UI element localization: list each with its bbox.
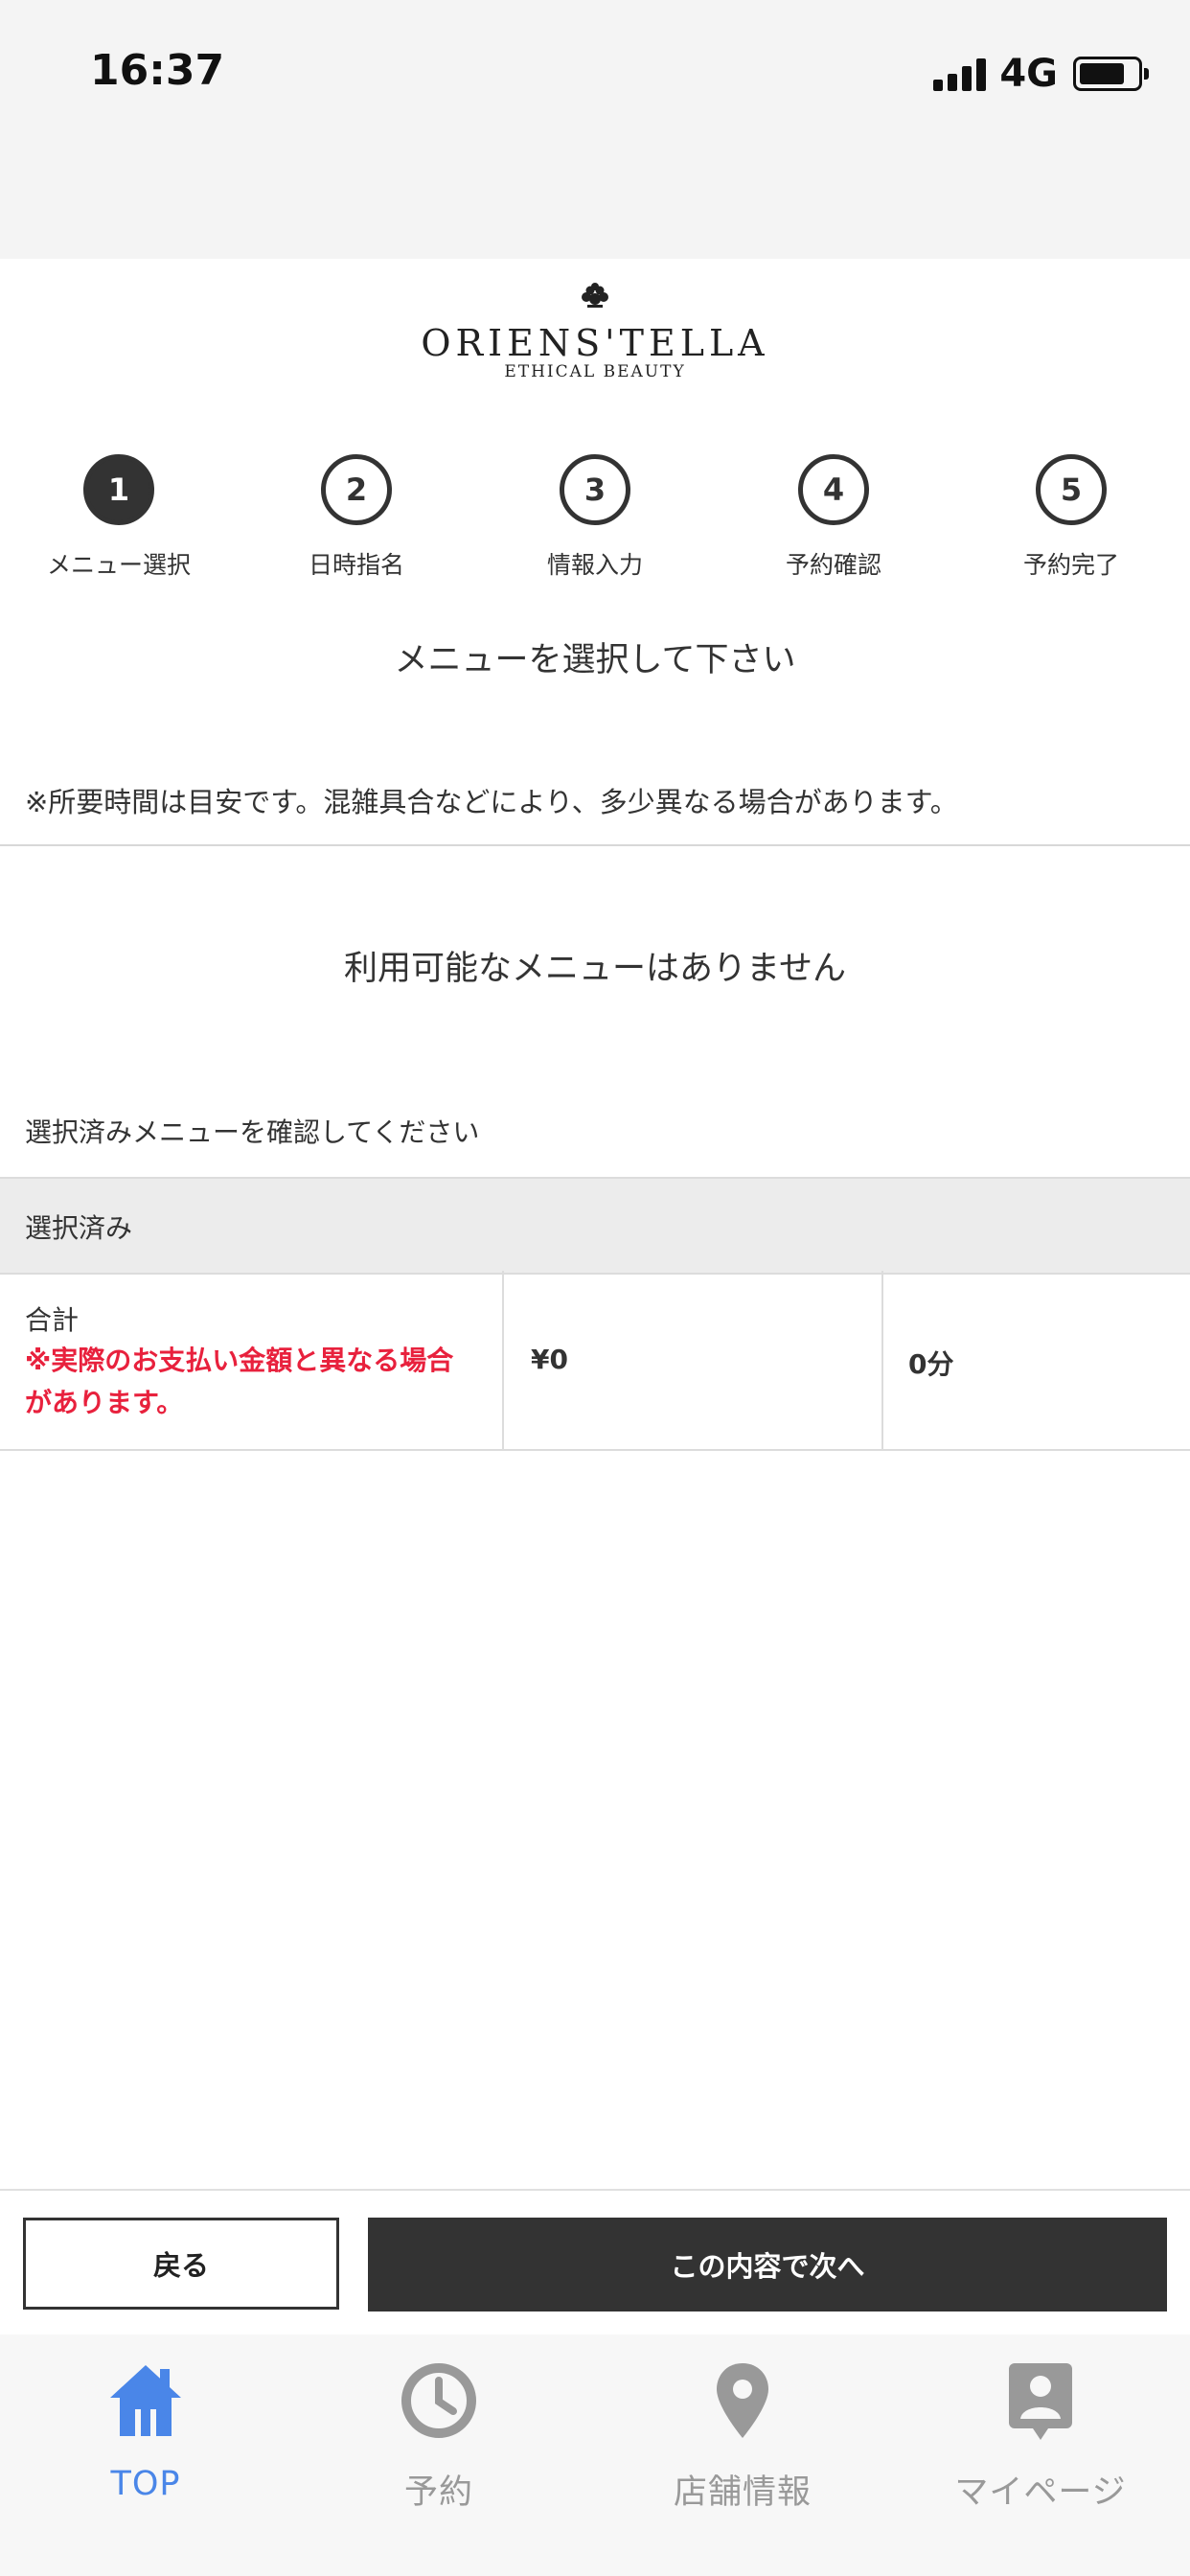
step-5: 5 予約完了	[975, 454, 1167, 581]
step-1: 1 メニュー選択	[23, 454, 215, 581]
action-bar: 戻る この内容で次へ	[0, 2189, 1190, 2336]
step-label: 日時指名	[308, 551, 404, 579]
tab-label: TOP	[110, 2465, 181, 2503]
step-number: 3	[560, 454, 630, 525]
tab-reservation[interactable]: 予約	[295, 2334, 583, 2526]
step-number: 1	[83, 454, 154, 525]
user-card-icon	[1009, 2363, 1072, 2440]
divider	[0, 844, 1190, 846]
tab-my-page[interactable]: マイページ	[897, 2334, 1184, 2526]
brand-logo: ORIENS'TELLA ETHICAL BEAUTY	[0, 278, 1190, 381]
battery-icon	[1073, 57, 1149, 91]
empty-menu-message: 利用可能なメニューはありません	[344, 950, 846, 988]
step-number: 4	[798, 454, 869, 525]
total-time-cell: 0分	[883, 1271, 1190, 1449]
tab-label: マイページ	[954, 2473, 1127, 2512]
back-button[interactable]: 戻る	[23, 2218, 339, 2310]
status-bar: 16:37 4G	[0, 0, 1190, 259]
step-label: 予約確認	[785, 551, 881, 579]
page-title: メニューを選択して下さい	[394, 641, 796, 679]
tab-store-info[interactable]: 店舗情報	[599, 2334, 886, 2526]
flower-emblem-icon	[582, 283, 608, 308]
status-time: 16:37	[90, 46, 225, 95]
step-label: 情報入力	[546, 551, 643, 579]
step-number: 2	[321, 454, 392, 525]
total-label-cell: 合計 ※実際のお支払い金額と異なる場合があります。	[0, 1271, 504, 1449]
tab-label: 予約	[403, 2473, 473, 2512]
total-price: ¥0	[531, 1344, 568, 1375]
battery-level	[1080, 63, 1124, 84]
next-button[interactable]: この内容で次へ	[368, 2218, 1167, 2312]
network-type: 4G	[999, 52, 1058, 96]
selected-header-label: 選択済み	[25, 1212, 133, 1244]
progress-steps: 1 メニュー選択 2 日時指名 3 情報入力 4 予約確認 5 予約完了	[0, 454, 1190, 588]
duration-notice: ※所要時間は目安です。混雑具合などにより、多少異なる場合があります。	[25, 786, 958, 818]
tab-label: 店舗情報	[673, 2473, 812, 2512]
map-pin-icon	[717, 2363, 768, 2438]
tab-bar: TOP 予約 店舗情報 マイページ	[0, 2334, 1190, 2576]
total-price-cell: ¥0	[504, 1271, 883, 1449]
step-label: メニュー選択	[46, 551, 191, 579]
home-icon	[110, 2365, 181, 2436]
confirm-selected-label: 選択済みメニューを確認してください	[25, 1116, 480, 1148]
step-4: 4 予約確認	[738, 454, 929, 581]
step-2: 2 日時指名	[261, 454, 452, 581]
tab-top[interactable]: TOP	[2, 2334, 289, 2526]
total-warning: ※実際のお支払い金額と異なる場合があります。	[25, 1345, 454, 1418]
signal-icon	[933, 57, 987, 91]
step-3: 3 情報入力	[499, 454, 691, 581]
step-label: 予約完了	[1022, 551, 1119, 579]
selected-header: 選択済み	[0, 1177, 1190, 1275]
clock-icon	[401, 2363, 476, 2438]
total-label: 合計	[25, 1304, 80, 1336]
total-row: 合計 ※実際のお支払い金額と異なる場合があります。 ¥0 0分	[0, 1271, 1190, 1451]
brand-name: ORIENS'TELLA	[421, 322, 769, 364]
step-number: 5	[1036, 454, 1107, 525]
total-time: 0分	[908, 1348, 954, 1380]
status-indicators: 4G	[933, 52, 1149, 96]
brand-tagline: ETHICAL BEAUTY	[504, 362, 686, 381]
